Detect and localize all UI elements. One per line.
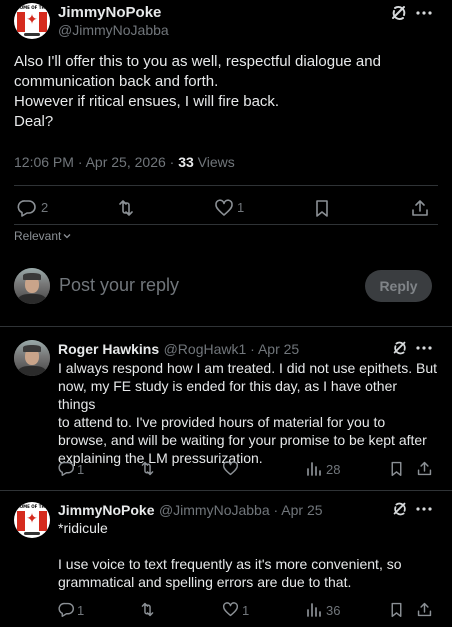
more-icon[interactable] [415, 500, 433, 518]
views-count: 33 [178, 154, 194, 170]
reply-text-line: grammatical and spelling errors are due … [58, 574, 352, 590]
avatar-caption: HOME OF THE [16, 504, 48, 509]
tweet-text-line: Also I'll offer this to you as well, res… [14, 53, 381, 70]
divider [14, 224, 438, 225]
grok-icon[interactable] [391, 339, 409, 357]
reply-count: 2 [41, 200, 49, 215]
reply-count: 1 [77, 603, 85, 618]
avatar[interactable] [14, 268, 50, 304]
avatar[interactable] [14, 340, 50, 376]
reply-header: JimmyNoPoke @JimmyNoJabba · Apr 25 [58, 502, 323, 520]
author-name[interactable]: JimmyNoPoke [58, 4, 161, 21]
reply-text: *ridicule I use voice to text frequently… [58, 519, 438, 591]
bookmark-icon[interactable] [388, 460, 405, 477]
share-icon[interactable] [416, 460, 433, 477]
tweet-meta: 12:06 PM · Apr 25, 2026 · 33 Views [14, 154, 235, 170]
author-handle[interactable]: @RogHawk1 [164, 341, 247, 357]
reply-date[interactable]: · Apr 25 [246, 341, 299, 357]
avatar[interactable]: HOME OF THE ✦ [14, 3, 50, 39]
like-count: 1 [242, 603, 250, 618]
maple-leaf-icon: ✦ [26, 12, 38, 28]
timestamp[interactable]: 12:06 PM · Apr 25, 2026 · [14, 154, 178, 170]
reply-icon[interactable] [58, 601, 75, 618]
reply-count: 1 [77, 462, 85, 477]
author-handle[interactable]: @JimmyNoJabba [58, 22, 169, 38]
sort-label: Relevant [14, 229, 62, 243]
maple-leaf-icon: ✦ [26, 511, 38, 527]
reply-text-line: *ridicule [58, 520, 108, 536]
views-count: 36 [326, 603, 341, 618]
more-icon[interactable] [415, 339, 433, 357]
like-icon[interactable] [222, 460, 239, 477]
more-icon[interactable] [415, 4, 433, 22]
reply-text-line: now, my FE study is ended for this day, … [58, 378, 398, 412]
repost-icon[interactable] [116, 198, 136, 218]
reply-text-line: explaining the LM pressurization. [58, 450, 263, 466]
tweet-text: Also I'll offer this to you as well, res… [14, 52, 439, 132]
tweet-text-line: communication back and forth. [14, 73, 219, 90]
repost-icon[interactable] [139, 601, 156, 618]
reply-text-line: I always respond how I am treated. I did… [58, 360, 437, 376]
divider [0, 326, 452, 327]
bookmark-icon[interactable] [388, 601, 405, 618]
avatar[interactable]: HOME OF THE ✦ [14, 502, 50, 538]
reply-header: Roger Hawkins @RogHawk1 · Apr 25 [58, 341, 299, 359]
reply-input[interactable]: Post your reply [59, 275, 179, 296]
views-count: 28 [326, 462, 341, 477]
repost-icon[interactable] [139, 460, 156, 477]
bookmark-icon[interactable] [312, 198, 332, 218]
author-name[interactable]: Roger Hawkins [58, 341, 159, 357]
views-icon[interactable] [306, 460, 322, 476]
grok-icon[interactable] [389, 3, 409, 23]
grok-icon[interactable] [391, 500, 409, 518]
sort-dropdown[interactable]: Relevant [14, 229, 72, 243]
divider [14, 185, 438, 186]
share-icon[interactable] [416, 601, 433, 618]
tweet-text-line: Deal? [14, 113, 54, 130]
reply-text-line [58, 537, 438, 555]
views-label: Views [193, 154, 235, 170]
author-name[interactable]: JimmyNoPoke [58, 502, 154, 518]
like-icon[interactable] [222, 601, 239, 618]
reply-text-line: to attend to. I've provided hours of mat… [58, 414, 386, 430]
reply-date[interactable]: · Apr 25 [270, 502, 323, 518]
avatar-caption: HOME OF THE [16, 5, 48, 10]
chevron-down-icon [62, 231, 72, 241]
divider [0, 490, 452, 491]
reply-icon[interactable] [58, 460, 75, 477]
like-count: 1 [237, 200, 245, 215]
reply-icon[interactable] [17, 198, 37, 218]
like-icon[interactable] [214, 198, 234, 218]
author-handle[interactable]: @JimmyNoJabba [159, 502, 270, 518]
reply-text-line: I use voice to text frequently as it's m… [58, 556, 402, 572]
views-icon[interactable] [306, 601, 322, 617]
tweet-text-line: However if ritical ensues, I will fire b… [14, 93, 280, 110]
reply-button[interactable]: Reply [365, 270, 432, 302]
reply-text: I always respond how I am treated. I did… [58, 359, 438, 467]
share-icon[interactable] [410, 198, 430, 218]
reply-text-line: browse, and will be waiting for your pro… [58, 432, 427, 448]
